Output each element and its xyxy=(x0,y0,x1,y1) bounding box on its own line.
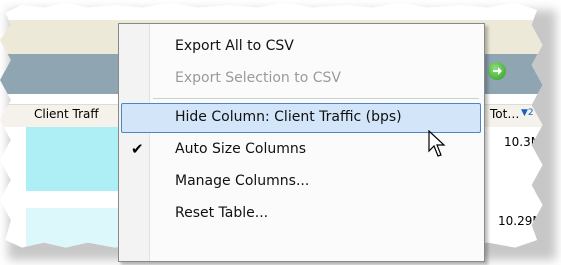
menu-item-export-selection-csv: Export Selection to CSV xyxy=(121,64,479,94)
column-header-client-traffic[interactable]: Client Traff xyxy=(34,107,99,121)
menu-item-label: Export Selection to CSV xyxy=(175,70,341,86)
column-header-total[interactable]: Tot… xyxy=(490,107,519,121)
menu-item-auto-size-columns[interactable]: ✔ Auto Size Columns xyxy=(121,135,479,165)
menu-item-label: Manage Columns... xyxy=(175,173,310,189)
menu-item-label: Export All to CSV xyxy=(175,38,294,54)
menu-item-hide-column[interactable]: Hide Column: Client Traffic (bps) xyxy=(121,103,481,133)
menu-item-manage-columns[interactable]: Manage Columns... xyxy=(121,167,479,197)
menu-item-label: Reset Table... xyxy=(175,205,269,221)
checkmark-icon: ✔ xyxy=(131,140,144,158)
client-traffic-cell xyxy=(26,127,120,191)
menu-item-reset-table[interactable]: Reset Table... xyxy=(121,199,479,229)
green-arrow-icon[interactable] xyxy=(488,62,506,80)
menu-item-export-all-csv[interactable]: Export All to CSV xyxy=(121,32,479,62)
sort-indicator-icon: ▼2 xyxy=(521,108,534,118)
menu-separator xyxy=(153,98,479,99)
menu-item-label: Hide Column: Client Traffic (bps) xyxy=(175,109,402,125)
menu-item-label: Auto Size Columns xyxy=(175,141,307,157)
mouse-cursor-icon xyxy=(428,130,446,157)
